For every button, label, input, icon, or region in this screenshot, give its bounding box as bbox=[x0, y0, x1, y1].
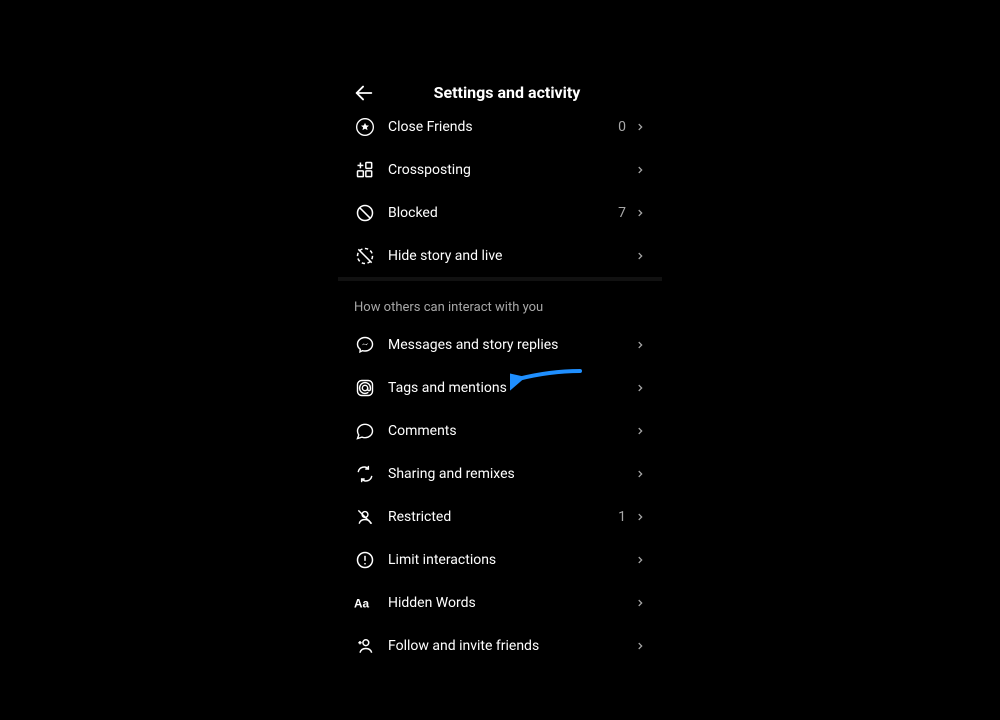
chevron-right-icon bbox=[634, 207, 646, 219]
at-icon bbox=[354, 377, 376, 399]
person-plus-icon bbox=[354, 635, 376, 657]
row-follow-invite[interactable]: Follow and invite friends bbox=[338, 624, 662, 667]
row-comments[interactable]: Comments bbox=[338, 409, 662, 452]
chevron-right-icon bbox=[634, 554, 646, 566]
section-header-interact: How others can interact with you bbox=[338, 281, 662, 323]
row-crossposting[interactable]: Crossposting bbox=[338, 148, 662, 191]
chevron-right-icon bbox=[634, 425, 646, 437]
chevron-right-icon bbox=[634, 382, 646, 394]
grid-plus-icon bbox=[354, 159, 376, 181]
blocked-icon bbox=[354, 202, 376, 224]
row-label: Crossposting bbox=[388, 162, 634, 178]
chevron-right-icon bbox=[634, 121, 646, 133]
alert-circle-icon bbox=[354, 549, 376, 571]
chevron-right-icon bbox=[634, 164, 646, 176]
page-title: Settings and activity bbox=[352, 83, 662, 102]
row-hidden-words[interactable]: Aa Hidden Words bbox=[338, 581, 662, 624]
row-blocked[interactable]: Blocked 7 bbox=[338, 191, 662, 234]
svg-text:Aa: Aa bbox=[354, 597, 369, 610]
chevron-right-icon bbox=[634, 640, 646, 652]
row-label: Tags and mentions bbox=[388, 380, 634, 396]
hide-story-icon bbox=[354, 245, 376, 267]
row-label: Close Friends bbox=[388, 119, 618, 135]
settings-screen: Settings and activity Close Friends 0 bbox=[338, 70, 662, 670]
row-sharing[interactable]: Sharing and remixes bbox=[338, 452, 662, 495]
row-value: 7 bbox=[618, 205, 626, 221]
row-label: Sharing and remixes bbox=[388, 466, 634, 482]
messenger-icon bbox=[354, 334, 376, 356]
chevron-right-icon bbox=[634, 597, 646, 609]
aa-icon: Aa bbox=[354, 592, 376, 614]
row-tags-mentions[interactable]: Tags and mentions bbox=[338, 366, 662, 409]
chevron-right-icon bbox=[634, 468, 646, 480]
row-label: Limit interactions bbox=[388, 552, 634, 568]
row-hide-story[interactable]: Hide story and live bbox=[338, 234, 662, 277]
row-label: Hidden Words bbox=[388, 595, 634, 611]
restricted-icon bbox=[354, 506, 376, 528]
row-label: Messages and story replies bbox=[388, 337, 634, 353]
row-messages[interactable]: Messages and story replies bbox=[338, 323, 662, 366]
chevron-right-icon bbox=[634, 250, 646, 262]
row-label: Restricted bbox=[388, 509, 618, 525]
row-label: Hide story and live bbox=[388, 248, 634, 264]
row-label: Comments bbox=[388, 423, 634, 439]
row-value: 0 bbox=[618, 119, 626, 135]
settings-list: Close Friends 0 Crossposting bbox=[338, 105, 662, 667]
star-circle-icon bbox=[354, 116, 376, 138]
row-value: 1 bbox=[618, 509, 626, 525]
row-label: Follow and invite friends bbox=[388, 638, 634, 654]
row-close-friends[interactable]: Close Friends 0 bbox=[338, 105, 662, 148]
comment-icon bbox=[354, 420, 376, 442]
row-restricted[interactable]: Restricted 1 bbox=[338, 495, 662, 538]
chevron-right-icon bbox=[634, 339, 646, 351]
row-label: Blocked bbox=[388, 205, 618, 221]
row-limit-interactions[interactable]: Limit interactions bbox=[338, 538, 662, 581]
remix-icon bbox=[354, 463, 376, 485]
chevron-right-icon bbox=[634, 511, 646, 523]
